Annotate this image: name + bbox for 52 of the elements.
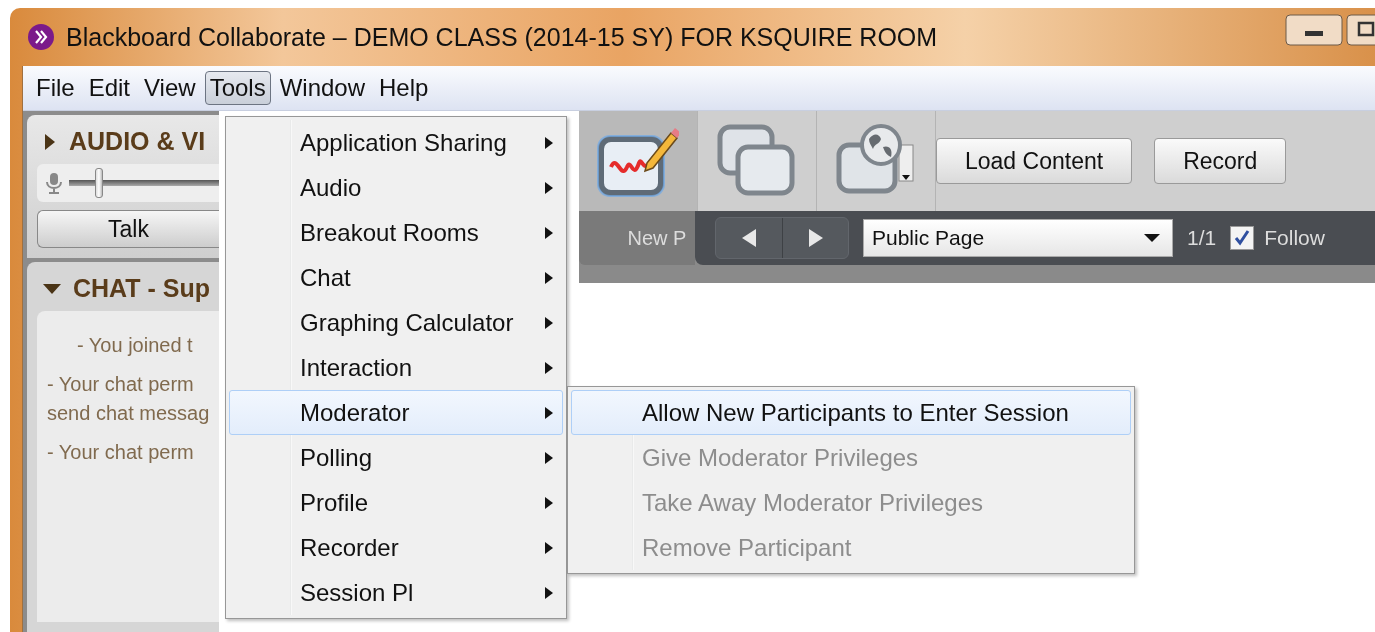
- menu-title[interactable]: Edit: [83, 71, 136, 105]
- panel-title: AUDIO & VI: [69, 127, 206, 156]
- menu-title[interactable]: Tools: [204, 71, 271, 105]
- overlapping-windows-icon: [716, 123, 798, 199]
- collapsed-triangle-icon[interactable]: [43, 133, 57, 150]
- menu-title[interactable]: Window: [274, 71, 370, 105]
- submenu-arrow-icon: [544, 405, 554, 420]
- menu-title[interactable]: Help: [374, 71, 434, 105]
- toolbar-button[interactable]: Load Content: [936, 138, 1133, 184]
- left-triangle-icon: [740, 228, 758, 248]
- menu-item[interactable]: Polling: [229, 435, 563, 480]
- menu-title[interactable]: View: [139, 71, 201, 105]
- submenu-arrow-icon: [544, 180, 554, 195]
- checkbox-label: Follow: [1264, 226, 1325, 250]
- submenu-arrow-icon: [544, 585, 554, 600]
- menu-item[interactable]: Breakout Rooms: [229, 210, 563, 255]
- right-triangle-icon: [806, 228, 825, 248]
- submenu-arrow-icon: [544, 315, 554, 330]
- page-dropdown[interactable]: Public Page: [863, 219, 1173, 257]
- submenu-arrow-icon: [544, 450, 554, 465]
- menu-item[interactable]: Moderator: [229, 390, 563, 435]
- toolbar-button[interactable]: Record: [1154, 138, 1287, 184]
- menu-item[interactable]: Interaction: [229, 345, 563, 390]
- window-controls-icon[interactable]: [1285, 14, 1375, 46]
- panel-title: CHAT - Sup: [73, 274, 210, 303]
- window-title: Blackboard Collaborate – DEMO CLASS (2014-15 SY) FOR KSQUIRE ROOM: [66, 22, 939, 52]
- microphone-icon: [45, 172, 63, 194]
- follow-checkbox[interactable]: [1230, 226, 1255, 250]
- menu-title[interactable]: File: [31, 71, 80, 105]
- app-logo-icon: [28, 24, 54, 50]
- caret-icon: [1144, 233, 1160, 243]
- slider-thumb[interactable]: [95, 168, 103, 198]
- submenu-arrow-icon: [544, 135, 554, 150]
- chat-message: - You joined t: [76, 333, 194, 358]
- submenu-arrow-icon: [544, 540, 554, 555]
- menu-item[interactable]: Allow New Participants to Enter Session: [571, 390, 1131, 435]
- submenu-arrow-icon: [544, 360, 554, 375]
- menu-item[interactable]: Session Pl: [229, 570, 563, 615]
- talk-button[interactable]: Talk: [37, 210, 219, 248]
- menu-item[interactable]: Profile: [229, 480, 563, 525]
- submenu-arrow-icon: [544, 495, 554, 510]
- submenu-arrow-icon: [544, 225, 554, 240]
- chat-message: - Your chat perm: [47, 440, 195, 465]
- menu-item[interactable]: Application Sharing: [229, 120, 563, 165]
- menu-item[interactable]: Graphing Calculator: [229, 300, 563, 345]
- expanded-triangle-icon[interactable]: [43, 281, 61, 296]
- menu-item[interactable]: Audio: [229, 165, 563, 210]
- submenu-arrow-icon: [544, 270, 554, 285]
- menu-item[interactable]: Recorder: [229, 525, 563, 570]
- menu-item[interactable]: Chat: [229, 255, 563, 300]
- chat-message: - Your chat perm send chat messag: [47, 372, 211, 426]
- page-count: 1/1: [1187, 226, 1217, 250]
